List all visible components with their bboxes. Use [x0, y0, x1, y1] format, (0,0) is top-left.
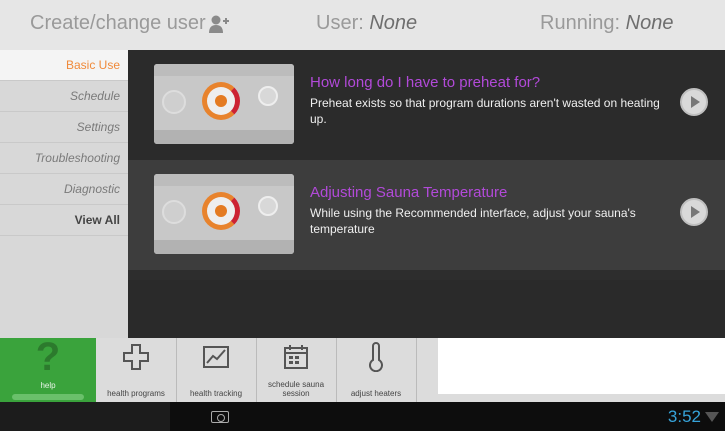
- sidebar-item-label: View All: [74, 213, 120, 227]
- adjust-heaters-label: adjust heaters: [350, 389, 402, 398]
- health-tracking-button[interactable]: health tracking: [176, 338, 256, 402]
- app-root: Create/change user User: None Running: N…: [0, 0, 725, 431]
- sidebar-item-label: Basic Use: [65, 58, 120, 72]
- system-nav-bar: 3:52: [0, 402, 725, 431]
- topic-description: While using the Recommended interface, a…: [310, 206, 636, 236]
- sidebar-item-label: Schedule: [69, 89, 120, 103]
- health-programs-button[interactable]: health programs: [96, 338, 176, 402]
- topic-thumbnail: [154, 174, 294, 254]
- help-topics-list: How long do I have to preheat for? Prehe…: [128, 50, 725, 340]
- user-value: None: [369, 12, 418, 34]
- running-label: Running:: [540, 12, 621, 34]
- wifi-icon: [705, 412, 719, 422]
- overlay-panel: [438, 338, 725, 394]
- list-item[interactable]: How long do I have to preheat for? Prehe…: [128, 50, 725, 160]
- sidebar-item-label: Diagnostic: [63, 182, 120, 196]
- topic-title: Adjusting Sauna Temperature: [310, 184, 508, 201]
- health-tracking-label: health tracking: [189, 389, 243, 398]
- user-label: User:: [316, 12, 364, 34]
- screenshot-icon: [211, 410, 229, 423]
- topic-title: How long do I have to preheat for?: [310, 74, 541, 91]
- sidebar: Basic Use Schedule Settings Troubleshoot…: [0, 50, 128, 340]
- adjust-heaters-button[interactable]: adjust heaters: [336, 338, 416, 402]
- sidebar-item-basic-use[interactable]: Basic Use: [0, 50, 128, 81]
- list-item[interactable]: Adjusting Sauna Temperature While using …: [128, 160, 725, 270]
- running-value: None: [625, 12, 674, 34]
- topic-description: Preheat exists so that program durations…: [310, 96, 660, 126]
- running-status: Running: None: [540, 12, 673, 35]
- play-icon[interactable]: [680, 198, 708, 226]
- sidebar-item-settings[interactable]: Settings: [0, 112, 128, 143]
- help-button[interactable]: ? help: [0, 335, 96, 402]
- add-user-icon: [208, 14, 230, 34]
- sidebar-item-diagnostic[interactable]: Diagnostic: [0, 174, 128, 205]
- schedule-session-label: schedule sauna session: [267, 380, 325, 398]
- schedule-session-button[interactable]: schedule sauna session: [256, 338, 336, 402]
- help-label: help: [40, 381, 56, 390]
- list-empty-area: [128, 280, 725, 340]
- screenshot-button[interactable]: [176, 407, 264, 426]
- health-programs-icon: [123, 344, 149, 370]
- sidebar-item-label: Settings: [76, 120, 120, 134]
- schedule-icon: [284, 345, 308, 369]
- sidebar-item-view-all[interactable]: View All: [0, 205, 128, 236]
- sidebar-item-troubleshooting[interactable]: Troubleshooting: [0, 143, 128, 174]
- create-change-user-button[interactable]: Create/change user: [30, 12, 230, 35]
- play-icon[interactable]: [680, 88, 708, 116]
- sidebar-item-schedule[interactable]: Schedule: [0, 81, 128, 112]
- health-programs-label: health programs: [107, 389, 165, 398]
- header: Create/change user User: None Running: N…: [0, 0, 725, 50]
- sidebar-item-label: Troubleshooting: [34, 151, 120, 165]
- clock: 3:52: [667, 407, 701, 426]
- health-tracking-icon: [203, 346, 229, 368]
- create-change-user-label: Create/change user: [30, 12, 206, 34]
- current-user: User: None: [316, 12, 417, 35]
- help-icon: ?: [35, 335, 61, 379]
- topic-thumbnail: [154, 64, 294, 144]
- thermometer-icon: [369, 342, 383, 372]
